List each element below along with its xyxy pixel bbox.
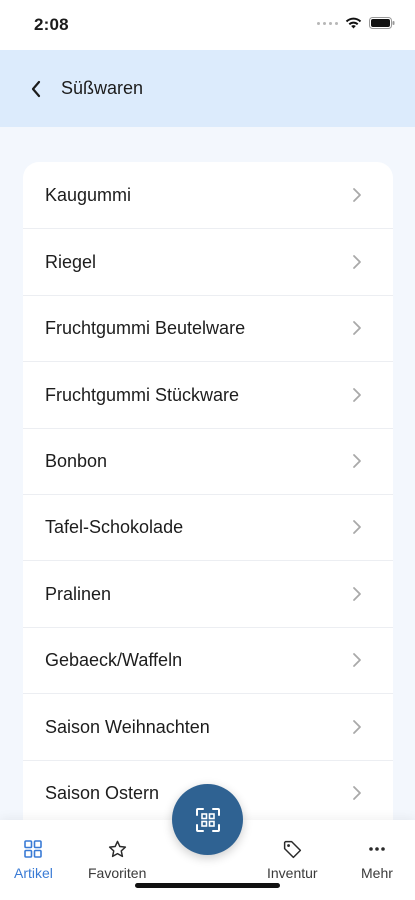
chevron-right-icon <box>351 785 363 801</box>
list-item[interactable]: Gebaeck/Waffeln <box>23 627 393 693</box>
nav-item-mehr[interactable]: Mehr <box>361 838 393 881</box>
nav-label: Favoriten <box>88 865 147 881</box>
list-item-label: Pralinen <box>45 583 112 604</box>
list-item[interactable]: Fruchtgummi Beutelware <box>23 295 393 361</box>
nav-label: Inventur <box>267 865 318 881</box>
list-item-label: Kaugummi <box>45 184 132 205</box>
list-item-label: Gebaeck/Waffeln <box>45 649 183 670</box>
nav-item-inventur[interactable]: Inventur <box>267 838 318 881</box>
nav-label: Mehr <box>361 865 393 881</box>
list-item[interactable]: Tafel-Schokolade <box>23 494 393 560</box>
tag-icon <box>282 838 303 860</box>
chevron-right-icon <box>351 320 363 336</box>
chevron-right-icon <box>351 387 363 403</box>
back-button[interactable] <box>26 78 46 100</box>
list-item-label: Saison Weihnachten <box>45 716 210 737</box>
home-indicator <box>135 883 280 888</box>
chevron-right-icon <box>351 586 363 602</box>
chevron-right-icon <box>351 519 363 535</box>
chevron-right-icon <box>351 652 363 668</box>
list-item[interactable]: Riegel <box>23 229 393 295</box>
status-icons <box>317 17 395 29</box>
nav-item-favoriten[interactable]: Favoriten <box>88 838 146 881</box>
list-item[interactable]: Pralinen <box>23 561 393 627</box>
cellular-signal-icon <box>317 21 338 25</box>
list-item-label: Saison Ostern <box>45 782 160 803</box>
more-icon <box>367 838 387 860</box>
grid-icon <box>23 838 43 860</box>
scan-icon <box>195 807 220 832</box>
list-item-label: Fruchtgummi Stückware <box>45 384 240 405</box>
chevron-right-icon <box>351 453 363 469</box>
status-bar: 2:08 <box>0 0 415 50</box>
list-item-label: Fruchtgummi Beutelware <box>45 317 246 338</box>
list-item[interactable]: Fruchtgummi Stückware <box>23 362 393 428</box>
list-item[interactable]: Kaugummi <box>23 162 393 228</box>
app-header: Süßwaren <box>0 50 415 127</box>
battery-icon <box>369 17 395 29</box>
list-item-label: Tafel-Schokolade <box>45 516 184 537</box>
status-time: 2:08 <box>34 15 69 34</box>
page-title: Süßwaren <box>61 78 144 98</box>
list-item[interactable]: Saison Weihnachten <box>23 694 393 760</box>
nav-item-artikel[interactable]: Artikel <box>14 838 53 881</box>
list-item-label: Riegel <box>45 251 97 272</box>
category-list: Kaugummi Riegel Fruchtgummi Beutelware F… <box>23 162 393 862</box>
scan-button[interactable] <box>172 784 243 855</box>
list-item-label: Bonbon <box>45 450 108 471</box>
list-item[interactable]: Bonbon <box>23 428 393 494</box>
nav-label: Artikel <box>14 865 53 881</box>
wifi-icon <box>345 17 362 29</box>
chevron-right-icon <box>351 254 363 270</box>
star-icon <box>107 838 128 860</box>
chevron-left-icon <box>31 80 41 98</box>
chevron-right-icon <box>351 719 363 735</box>
chevron-right-icon <box>351 187 363 203</box>
